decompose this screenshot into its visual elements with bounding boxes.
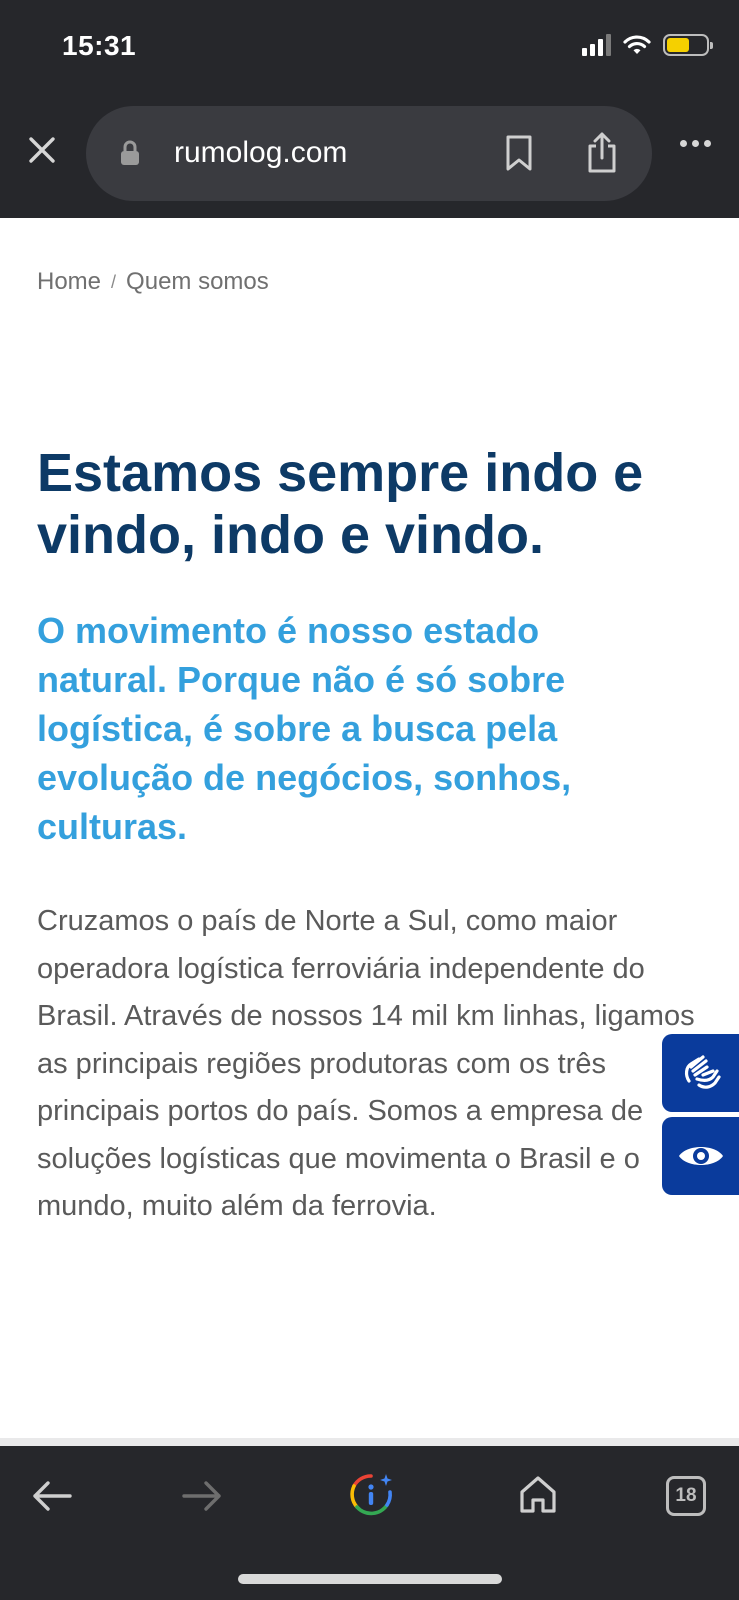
page-body-text: Cruzamos o país de Norte a Sul, como mai… xyxy=(37,905,695,1222)
url-text: rumolog.com xyxy=(174,136,348,169)
home-button[interactable] xyxy=(518,1474,558,1519)
bookmark-button[interactable] xyxy=(504,134,534,177)
share-icon xyxy=(588,132,616,173)
close-icon xyxy=(29,137,55,163)
address-bar[interactable]: rumolog.com xyxy=(86,106,652,201)
page-subheadline: O movimento é nosso estado natural. Porq… xyxy=(37,610,572,847)
share-button[interactable] xyxy=(586,130,618,179)
close-tab-button[interactable] xyxy=(26,134,58,166)
sign-language-button[interactable] xyxy=(662,1034,739,1112)
back-button[interactable] xyxy=(30,1478,74,1519)
home-icon xyxy=(520,1476,556,1513)
lock-icon xyxy=(121,140,139,165)
tabs-button[interactable]: 18 xyxy=(666,1476,706,1516)
assistant-button[interactable] xyxy=(348,1472,394,1523)
wifi-icon xyxy=(623,35,651,54)
battery-icon xyxy=(663,34,713,56)
tabs-count: 18 xyxy=(675,1485,697,1506)
visual-accessibility-button[interactable] xyxy=(662,1117,739,1195)
sign-language-icon xyxy=(684,1055,721,1089)
status-icons xyxy=(582,34,713,56)
page-headline: Estamos sempre indo e vindo, indo e vind… xyxy=(37,443,644,565)
breadcrumb-home-link[interactable]: Home xyxy=(37,268,101,296)
back-arrow-icon xyxy=(33,1481,72,1511)
forward-button[interactable] xyxy=(180,1478,224,1519)
status-time: 15:31 xyxy=(62,30,137,61)
signal-icon xyxy=(582,34,611,56)
eye-icon xyxy=(678,1147,723,1165)
home-indicator[interactable] xyxy=(238,1574,502,1584)
more-icon[interactable] xyxy=(680,140,711,147)
assistant-icon xyxy=(350,1474,392,1516)
breadcrumb-separator: / xyxy=(111,271,117,292)
bookmark-icon xyxy=(506,135,532,171)
breadcrumb: Home / Quem somos xyxy=(37,268,269,296)
forward-arrow-icon xyxy=(182,1481,221,1511)
browser-top-chrome: 15:31 rumolog.com xyxy=(0,0,739,218)
breadcrumb-current: Quem somos xyxy=(126,268,269,295)
